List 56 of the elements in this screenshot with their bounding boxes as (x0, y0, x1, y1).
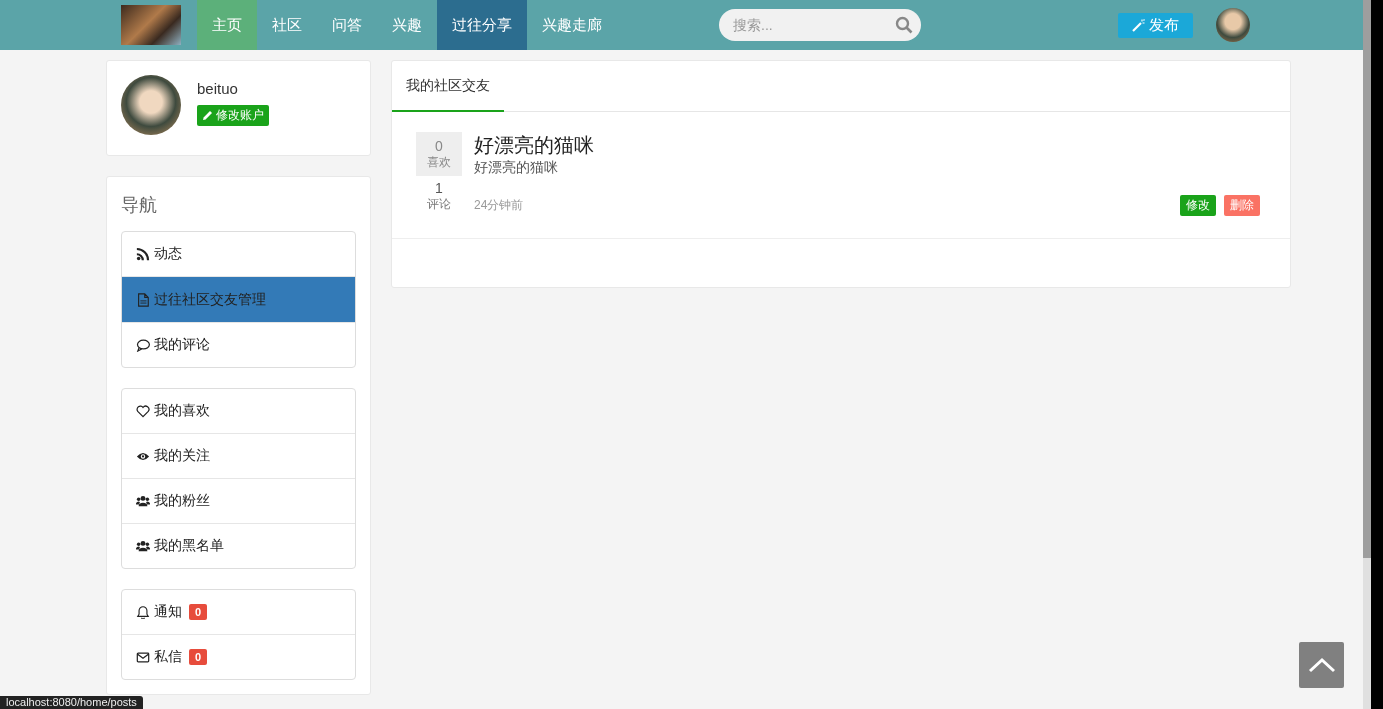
avatar[interactable] (1216, 8, 1250, 42)
nav-tab[interactable]: 问答 (317, 0, 377, 50)
link-url-tooltip: localhost:8080/home/posts (0, 696, 143, 709)
edit-account-button[interactable]: 修改账户 (197, 105, 269, 126)
menu-item[interactable]: 我的黑名单 (122, 523, 355, 568)
post-summary: 好漂亮的猫咪 (474, 159, 559, 177)
bell-icon (136, 605, 150, 619)
menu-item-label: 我的喜欢 (154, 402, 210, 420)
people-icon (136, 494, 150, 508)
menu-item[interactable]: 过往社区交友管理 (122, 276, 355, 322)
menu-item-label: 过往社区交友管理 (154, 290, 266, 309)
menu-item[interactable]: 我的关注 (122, 433, 355, 478)
menu-item[interactable]: 我的评论 (122, 322, 355, 367)
magic-wand-icon (1132, 18, 1145, 32)
nav-tab[interactable]: 过往分享 (437, 0, 527, 50)
menu-item-label: 动态 (154, 245, 182, 263)
menu-item[interactable]: 我的喜欢 (122, 389, 355, 433)
envelope-icon (136, 650, 150, 664)
likes-label: 喜欢 (427, 153, 451, 171)
comments-count: 1 (435, 180, 443, 196)
username: beituo (197, 80, 239, 97)
likes-count: 0 (435, 137, 443, 154)
menu-item[interactable]: 私信 0 (122, 634, 355, 679)
menu-item-label: 我的黑名单 (154, 537, 224, 555)
post-title[interactable]: 好漂亮的猫咪 (474, 132, 1260, 159)
logo-photo-placeholder[interactable] (121, 5, 181, 45)
menu-item[interactable]: 通知 0 (122, 590, 355, 634)
chevron-up-icon (1307, 657, 1336, 673)
search-bar[interactable]: 搜索... (719, 9, 921, 41)
document-icon (136, 292, 150, 307)
pencil-icon (202, 110, 213, 121)
rss-icon (136, 247, 150, 261)
menu-item-label: 我的评论 (154, 336, 210, 354)
post-time: 24分钟前 (474, 197, 525, 214)
nav-tab[interactable]: 兴趣 (377, 0, 437, 50)
heart-icon (136, 404, 150, 418)
menu-item-label: 我的关注 (154, 447, 210, 465)
menu-item[interactable]: 动态 (122, 232, 355, 276)
people-icon (136, 539, 150, 553)
menu-item[interactable]: 我的粉丝 (122, 478, 355, 523)
menu-item-label: 私信 (154, 648, 182, 666)
search-icon[interactable] (895, 16, 913, 34)
menu-item-label: 通知 (154, 603, 182, 621)
avatar (121, 75, 181, 135)
speech-bubble-icon (136, 338, 150, 352)
nav-tab[interactable]: 兴趣走廊 (527, 0, 617, 50)
count-badge: 0 (189, 649, 208, 665)
nav-tab[interactable]: 社区 (257, 0, 317, 50)
search-input[interactable]: 搜索... (731, 16, 895, 34)
edit-button[interactable]: 修改 (1180, 195, 1216, 216)
back-to-top-button[interactable] (1299, 642, 1344, 688)
count-badge: 0 (189, 604, 208, 620)
comments-label: 评论 (427, 196, 451, 213)
navigation-title: 导航 (121, 194, 158, 217)
menu-item-label: 我的粉丝 (154, 492, 210, 510)
tab[interactable]: 我的社区交友 (392, 61, 504, 112)
